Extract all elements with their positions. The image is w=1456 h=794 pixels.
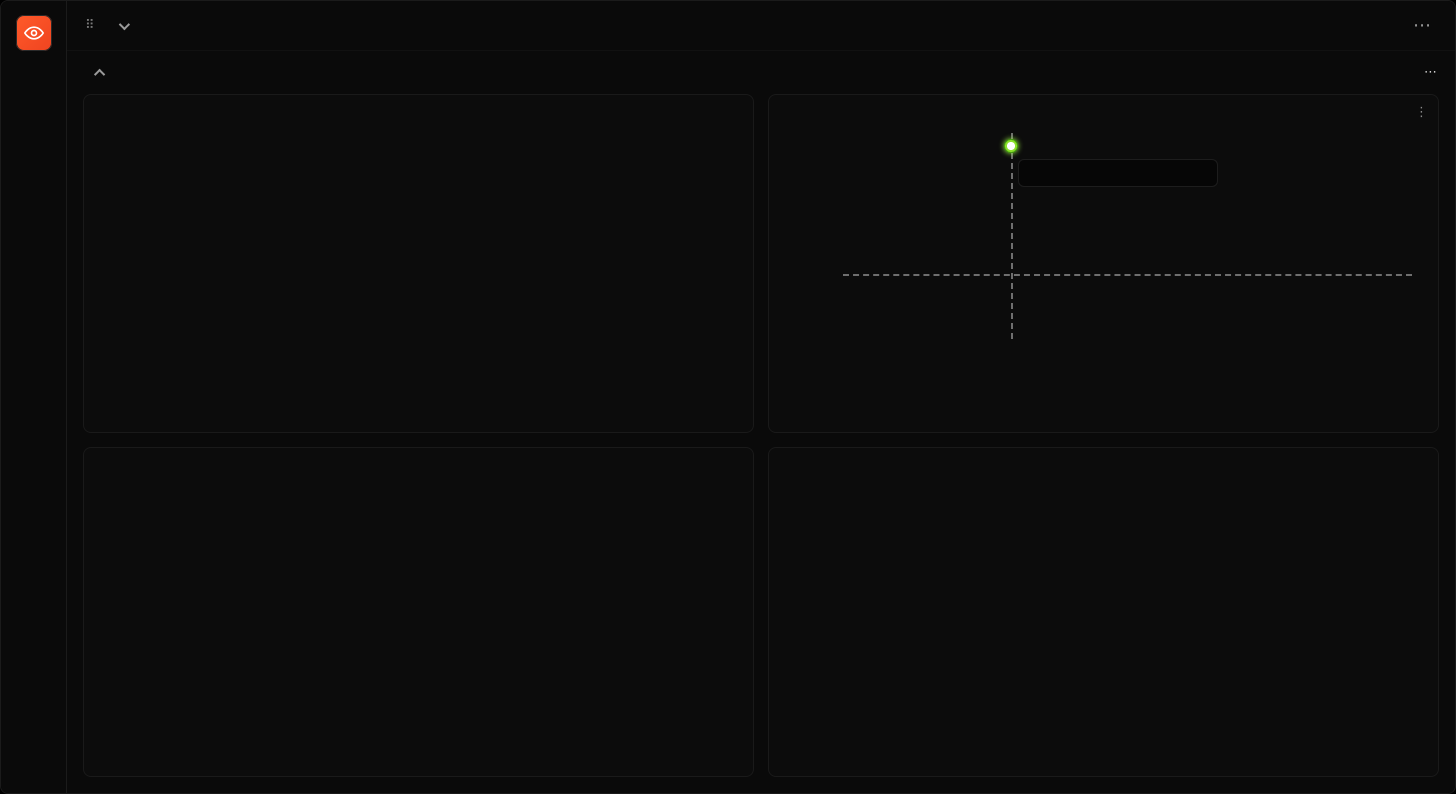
chevron-up-icon (94, 68, 105, 79)
header-menu-button[interactable]: ⋯ (1407, 13, 1437, 38)
hover-point (1004, 139, 1018, 153)
logo[interactable] (16, 15, 52, 51)
chart-cpu-ns[interactable] (98, 472, 739, 767)
chart-memory[interactable] (783, 119, 1424, 414)
panel-cpu-usage (83, 94, 754, 433)
hover-crosshair-v (1011, 133, 1013, 339)
section-menu-button[interactable]: ⋯ (1424, 65, 1437, 80)
chart-cpu[interactable] (98, 119, 739, 414)
panel-memory-namespace (768, 447, 1439, 778)
legend (98, 414, 739, 422)
chart-tooltip (1018, 159, 1218, 187)
chevron-down-icon[interactable] (118, 18, 129, 29)
section-resources[interactable]: ⋯ (67, 51, 1455, 94)
panel-memory-usage: ⋮ (768, 94, 1439, 433)
legend (783, 414, 1424, 422)
sidebar (1, 1, 67, 793)
chart-mem-ns[interactable] (783, 472, 1424, 767)
hover-crosshair-h (843, 274, 1412, 276)
panel-cpu-namespace (83, 447, 754, 778)
panel-menu-button[interactable]: ⋮ (1415, 105, 1428, 120)
drag-handle-icon[interactable]: ⠿ (85, 18, 95, 33)
widgets-header: ⠿ ⋯ (67, 1, 1455, 51)
